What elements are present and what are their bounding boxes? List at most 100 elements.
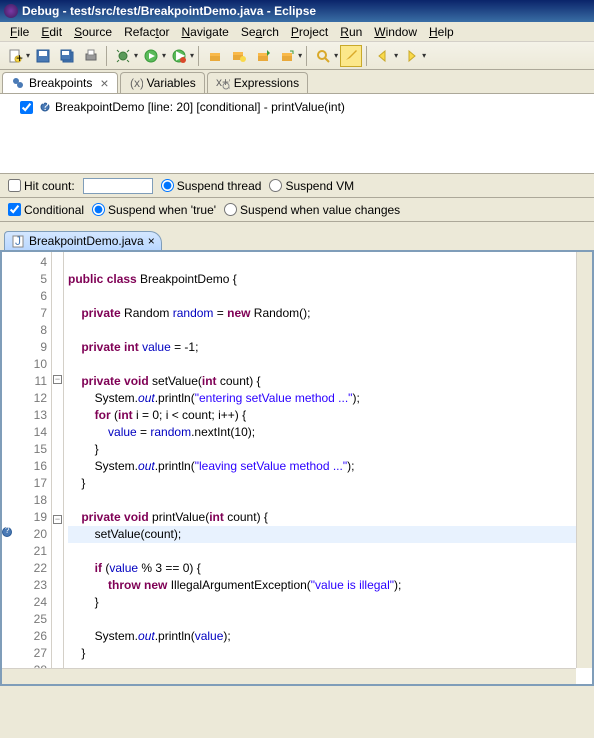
- suspend-thread-radio[interactable]: [161, 179, 174, 192]
- open-type-button[interactable]: [252, 45, 274, 67]
- code-content[interactable]: public class BreakpointDemo { private Ra…: [64, 252, 592, 684]
- code-line[interactable]: private void printValue(int count) {: [68, 509, 592, 526]
- code-line[interactable]: value = random.nextInt(10);: [68, 424, 592, 441]
- code-line[interactable]: System.out.println(value);: [68, 628, 592, 645]
- line-number: 13: [14, 407, 47, 424]
- line-number: 26: [14, 628, 47, 645]
- breakpoint-label: BreakpointDemo [line: 20] [conditional] …: [55, 100, 345, 114]
- code-line[interactable]: }: [68, 475, 592, 492]
- vertical-scrollbar[interactable]: [576, 252, 592, 668]
- menu-navigate[interactable]: Navigate: [175, 23, 234, 41]
- dropdown-icon[interactable]: ▾: [26, 51, 30, 60]
- menu-file[interactable]: File: [4, 23, 35, 41]
- menu-project[interactable]: Project: [285, 23, 334, 41]
- suspend-thread-option[interactable]: Suspend thread: [161, 179, 262, 193]
- tab-variables[interactable]: (x)= Variables: [120, 72, 205, 93]
- menu-source[interactable]: Source: [68, 23, 118, 41]
- dropdown-icon[interactable]: ▾: [134, 51, 138, 60]
- toggle-mark-button[interactable]: [340, 45, 362, 67]
- main-toolbar: +▾ ▾ ▾ ▶▾ ▾ ▾ ▾ ▾: [0, 42, 594, 70]
- code-line[interactable]: throw new IllegalArgumentException("valu…: [68, 577, 592, 594]
- fold-toggle-icon[interactable]: −: [53, 515, 62, 524]
- code-line[interactable]: public class BreakpointDemo {: [68, 271, 592, 288]
- new-package-button[interactable]: [204, 45, 226, 67]
- code-line[interactable]: [68, 543, 592, 560]
- suspend-change-radio[interactable]: [224, 203, 237, 216]
- back-button[interactable]: [372, 45, 394, 67]
- code-line[interactable]: }: [68, 594, 592, 611]
- menu-edit[interactable]: Edit: [35, 23, 68, 41]
- breakpoint-checkbox[interactable]: [20, 101, 33, 114]
- code-line[interactable]: for (int i = 0; i < count; i++) {: [68, 407, 592, 424]
- code-line[interactable]: [68, 254, 592, 271]
- hit-count-row: Hit count: Suspend thread Suspend VM: [0, 174, 594, 198]
- menu-refactor[interactable]: Refactor: [118, 23, 175, 41]
- new-class-button[interactable]: [228, 45, 250, 67]
- code-line[interactable]: }: [68, 441, 592, 458]
- line-number: 5: [14, 271, 47, 288]
- close-icon[interactable]: ×: [148, 234, 155, 248]
- suspend-true-label: Suspend when 'true': [108, 203, 216, 217]
- code-line[interactable]: System.out.println("entering setValue me…: [68, 390, 592, 407]
- save-all-button[interactable]: [56, 45, 78, 67]
- save-button[interactable]: [32, 45, 54, 67]
- dropdown-icon[interactable]: ▾: [422, 51, 426, 60]
- code-line[interactable]: private void setValue(int count) {: [68, 373, 592, 390]
- code-line[interactable]: }: [68, 645, 592, 662]
- dropdown-icon[interactable]: ▾: [298, 51, 302, 60]
- hit-count-checkbox[interactable]: [8, 179, 21, 192]
- tab-expressions[interactable]: x+y Expressions: [207, 72, 308, 93]
- suspend-change-option[interactable]: Suspend when value changes: [224, 203, 400, 217]
- horizontal-scrollbar[interactable]: [2, 668, 576, 684]
- code-line[interactable]: private int value = -1;: [68, 339, 592, 356]
- breakpoints-icon: [11, 76, 25, 90]
- line-number: 21: [14, 543, 47, 560]
- code-line[interactable]: [68, 611, 592, 628]
- dropdown-icon[interactable]: ▾: [190, 51, 194, 60]
- hit-count-input[interactable]: [83, 178, 153, 194]
- editor-tab[interactable]: J BreakpointDemo.java ×: [4, 231, 162, 250]
- search-button[interactable]: [312, 45, 334, 67]
- new-button[interactable]: +: [4, 45, 26, 67]
- conditional-checkbox[interactable]: [8, 203, 21, 216]
- fold-toggle-icon[interactable]: −: [53, 375, 62, 384]
- line-number: 6: [14, 288, 47, 305]
- java-file-icon: J: [11, 234, 25, 248]
- suspend-true-option[interactable]: Suspend when 'true': [92, 203, 216, 217]
- print-button[interactable]: [80, 45, 102, 67]
- open-resource-button[interactable]: [276, 45, 298, 67]
- variables-icon: (x)=: [129, 76, 143, 90]
- code-editor[interactable]: 4567891011121314151617181920212223242526…: [0, 250, 594, 686]
- run-last-button[interactable]: ▶: [168, 45, 190, 67]
- code-line[interactable]: [68, 322, 592, 339]
- breakpoint-item[interactable]: ? BreakpointDemo [line: 20] [conditional…: [8, 98, 586, 116]
- line-number: 18: [14, 492, 47, 509]
- dropdown-icon[interactable]: ▾: [394, 51, 398, 60]
- menu-search[interactable]: Search: [235, 23, 285, 41]
- code-line[interactable]: [68, 492, 592, 509]
- code-line[interactable]: System.out.println("leaving setValue met…: [68, 458, 592, 475]
- conditional-option[interactable]: Conditional: [8, 203, 84, 217]
- line-number: 16: [14, 458, 47, 475]
- dropdown-icon[interactable]: ▾: [334, 51, 338, 60]
- menu-window[interactable]: Window: [368, 23, 423, 41]
- tab-breakpoints[interactable]: Breakpoints ×: [2, 72, 118, 93]
- run-button[interactable]: [140, 45, 162, 67]
- code-line[interactable]: setValue(count);: [68, 526, 592, 543]
- menu-run[interactable]: Run: [334, 23, 368, 41]
- code-line[interactable]: [68, 288, 592, 305]
- hit-count-option[interactable]: Hit count:: [8, 179, 75, 193]
- dropdown-icon[interactable]: ▾: [162, 51, 166, 60]
- suspend-true-radio[interactable]: [92, 203, 105, 216]
- code-line[interactable]: private Random random = new Random();: [68, 305, 592, 322]
- suspend-vm-option[interactable]: Suspend VM: [269, 179, 354, 193]
- suspend-vm-radio[interactable]: [269, 179, 282, 192]
- debug-button[interactable]: [112, 45, 134, 67]
- forward-button[interactable]: [400, 45, 422, 67]
- code-line[interactable]: if (value % 3 == 0) {: [68, 560, 592, 577]
- breakpoint-marker-icon[interactable]: [2, 527, 12, 537]
- close-icon[interactable]: ×: [100, 78, 108, 88]
- menu-help[interactable]: Help: [423, 23, 460, 41]
- conditional-row: Conditional Suspend when 'true' Suspend …: [0, 198, 594, 222]
- code-line[interactable]: [68, 356, 592, 373]
